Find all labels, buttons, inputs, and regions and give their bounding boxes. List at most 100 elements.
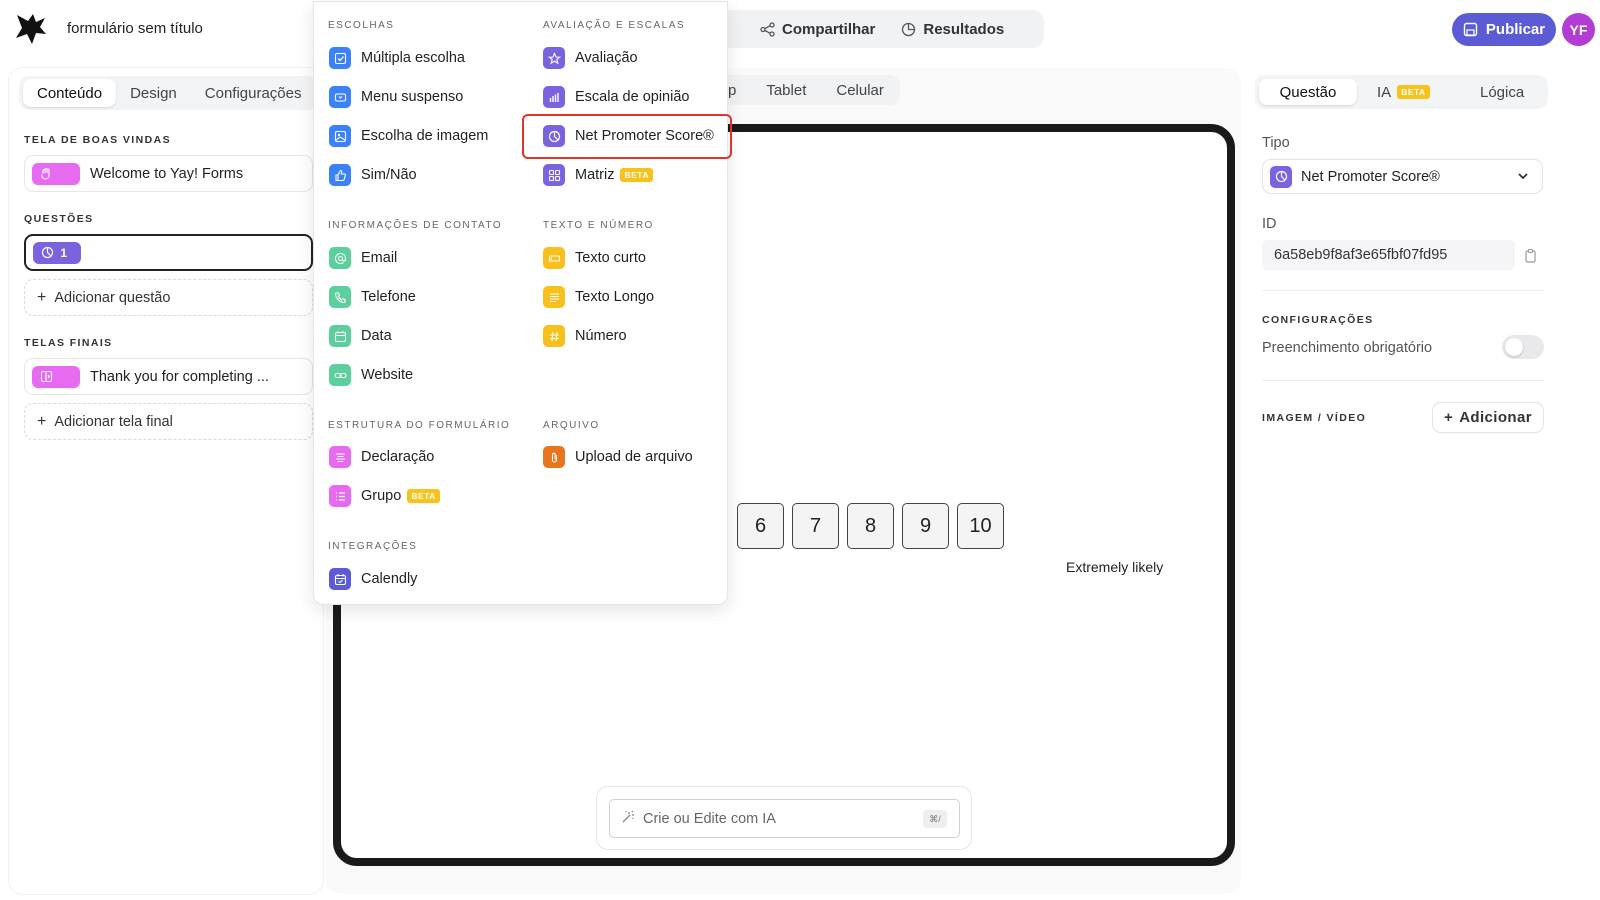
beta-badge: BETA [407, 489, 440, 503]
tab-design[interactable]: Design [116, 79, 191, 107]
star-icon [543, 47, 565, 69]
share-label: Compartilhar [782, 20, 876, 38]
tab-settings[interactable]: Configurações [191, 79, 316, 107]
final-screen-item[interactable]: Thank you for completing ... [24, 358, 313, 395]
right-tabs: Questão IA BETA Lógica [1255, 75, 1548, 109]
menu-item-label: Texto curto [575, 250, 646, 266]
menu-item-dropdown[interactable]: Menu suspenso [329, 85, 463, 109]
device-tabs: p Tablet Celular [716, 75, 900, 105]
menu-item-number[interactable]: Número [543, 324, 627, 348]
menu-item-label: Website [361, 367, 414, 383]
id-label: ID [1262, 216, 1277, 232]
tab-ai[interactable]: IA BETA [1377, 79, 1430, 105]
menu-item-email[interactable]: Email [329, 246, 397, 270]
nps-option-6[interactable]: 6 [737, 503, 784, 549]
left-tabs: Conteúdo Design Configurações [19, 76, 317, 110]
nps-max-label: Extremely likely [1066, 559, 1164, 575]
nps-option-9[interactable]: 9 [902, 503, 949, 549]
menu-item-yes-no[interactable]: Sim/Não [329, 163, 417, 187]
plus-icon: + [37, 288, 47, 306]
avatar[interactable]: YF [1562, 13, 1595, 46]
menu-item-statement[interactable]: Declaração [329, 445, 434, 469]
exit-icon [32, 365, 80, 388]
right-panel: Questão IA BETA Lógica Tipo Net Promoter… [1248, 68, 1558, 894]
menu-item-label: Escolha de imagem [361, 128, 489, 144]
add-question-label: Adicionar questão [54, 289, 171, 306]
menu-item-phone[interactable]: Telefone [329, 285, 416, 309]
welcome-item-label: Welcome to Yay! Forms [90, 165, 244, 182]
ai-input[interactable]: Crie ou Edite com IA ⌘/ [609, 799, 960, 838]
publish-button[interactable]: Publicar [1452, 13, 1556, 46]
menu-category-structure: ESTRUTURA DO FORMULÁRIO [328, 420, 511, 431]
list-icon [329, 485, 351, 507]
question-item[interactable]: 1 [24, 234, 313, 271]
menu-item-multiple-choice[interactable]: Múltipla escolha [329, 46, 465, 70]
add-media-button[interactable]: + Adicionar [1432, 402, 1544, 433]
add-question-button[interactable]: + Adicionar questão [24, 279, 313, 316]
device-tab-tablet[interactable]: Tablet [766, 82, 806, 99]
menu-item-long-text[interactable]: Texto Longo [543, 285, 654, 309]
publish-label: Publicar [1485, 21, 1546, 38]
menu-item-label: Avaliação [575, 50, 638, 66]
nps-option-10[interactable]: 10 [957, 503, 1004, 549]
tab-content[interactable]: Conteúdo [23, 79, 117, 107]
menu-item-file-upload[interactable]: Upload de arquivo [543, 445, 693, 469]
dropdown-icon [329, 86, 351, 108]
chart-pie-icon [902, 22, 916, 36]
form-title[interactable]: formulário sem título [67, 20, 203, 37]
nps-option-8[interactable]: 8 [847, 503, 894, 549]
menu-item-calendly[interactable]: Calendly [329, 567, 417, 591]
menu-item-image-choice[interactable]: Escolha de imagem [329, 124, 488, 148]
device-tab-mobile[interactable]: Celular [836, 82, 884, 99]
top-tabs: r Compartilhar Resultados [700, 10, 1044, 48]
welcome-section-label: TELA DE BOAS VINDAS [24, 134, 171, 146]
tab-share[interactable]: Compartilhar [760, 21, 875, 38]
add-final-screen-button[interactable]: + Adicionar tela final [24, 403, 313, 440]
type-value: Net Promoter Score® [1301, 168, 1440, 185]
results-label: Resultados [923, 20, 1005, 38]
yay-logo[interactable] [14, 12, 48, 46]
required-toggle[interactable] [1502, 335, 1544, 359]
calendar-icon [329, 325, 351, 347]
menu-category-contact: INFORMAÇÕES DE CONTATO [328, 220, 503, 231]
menu-item-label: Calendly [361, 571, 418, 587]
device-tab-desktop[interactable]: p [728, 82, 736, 99]
nps-icon: 1 [33, 241, 81, 264]
nps-option-7[interactable]: 7 [792, 503, 839, 549]
add-final-label: Adicionar tela final [54, 413, 173, 430]
top-bar: formulário sem título r Compartilhar Res… [0, 0, 1600, 62]
final-section-label: TELAS FINAIS [24, 337, 113, 349]
id-field[interactable]: 6a58eb9f8af3e65fbf07fd95 [1262, 240, 1515, 270]
menu-item-label: Texto Longo [575, 289, 655, 305]
menu-item-website[interactable]: Website [329, 363, 413, 387]
menu-item-short-text[interactable]: Texto curto [543, 246, 646, 270]
menu-item-label: Upload de arquivo [575, 449, 693, 465]
tab-question[interactable]: Questão [1259, 79, 1357, 105]
menu-item-rating[interactable]: Avaliação [543, 46, 638, 70]
text-field-icon [543, 247, 565, 269]
grid-icon [543, 164, 565, 186]
type-select[interactable]: Net Promoter Score® [1262, 159, 1543, 194]
divider [1262, 290, 1544, 291]
link-icon [329, 364, 351, 386]
image-icon [329, 125, 351, 147]
menu-item-matrix[interactable]: Matriz BETA [543, 163, 653, 187]
welcome-screen-item[interactable]: Welcome to Yay! Forms [24, 155, 313, 192]
menu-item-label: Declaração [361, 449, 435, 465]
final-item-label: Thank you for completing ... [90, 368, 269, 385]
menu-item-label: Múltipla escolha [361, 50, 465, 66]
nps-icon [1270, 165, 1292, 188]
menu-category-integrations: INTEGRAÇÕES [328, 541, 418, 552]
sparkle-icon [620, 809, 636, 829]
clipboard-icon[interactable] [1523, 248, 1539, 264]
tab-results[interactable]: Resultados [901, 21, 1004, 38]
menu-item-label: Escala de opinião [575, 89, 690, 105]
menu-item-group[interactable]: Grupo BETA [329, 484, 440, 508]
phone-icon [329, 286, 351, 308]
align-center-icon [329, 446, 351, 468]
menu-item-opinion-scale[interactable]: Escala de opinião [543, 85, 689, 109]
tab-logic[interactable]: Lógica [1480, 79, 1524, 105]
menu-item-date[interactable]: Data [329, 324, 392, 348]
menu-item-label: Sim/Não [361, 167, 417, 183]
checkbox-icon [329, 47, 351, 69]
